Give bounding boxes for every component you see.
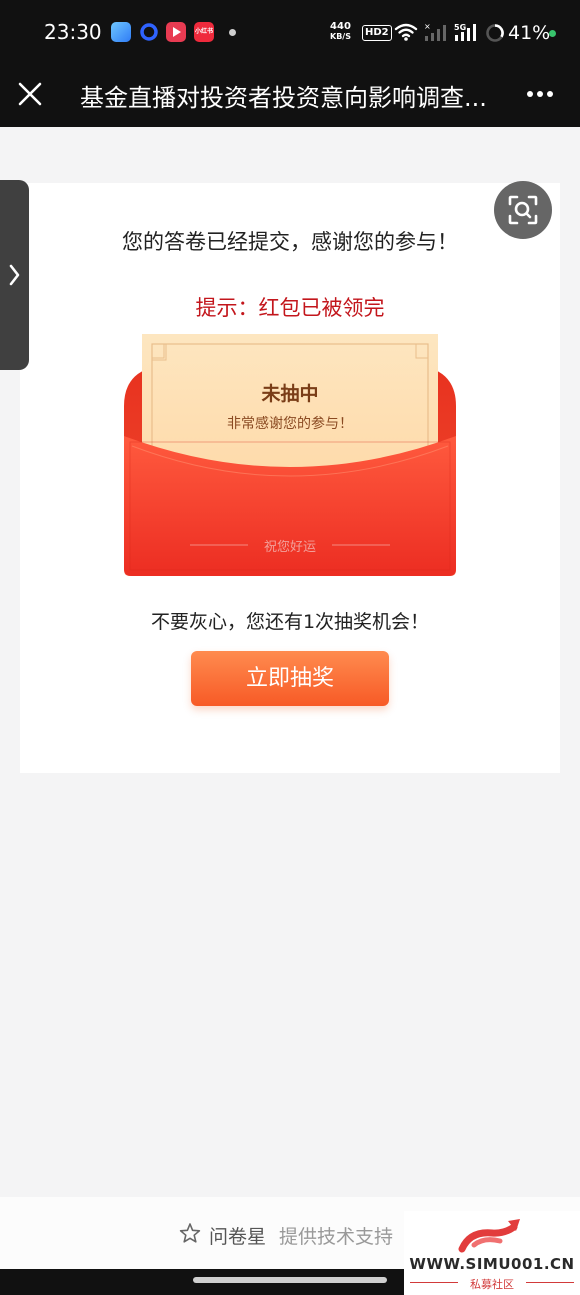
more-dots-icon [527, 91, 553, 97]
notes-app-icon [111, 22, 131, 42]
draw-lottery-button[interactable]: 立即抽奖 [191, 651, 389, 706]
envelope-wish-text: 祝您好运 [263, 540, 316, 555]
privacy-indicator-dot [549, 30, 556, 37]
more-options-button[interactable] [522, 80, 558, 108]
net-speed-value: 440 [330, 21, 351, 32]
net-speed: 440 KB/S [330, 21, 351, 42]
red-packet-hint: 提示：红包已被领完 [195, 296, 385, 320]
close-icon [18, 82, 42, 106]
star-icon [179, 1223, 201, 1243]
battery-level: 41% [508, 22, 551, 44]
svg-text:×: × [424, 22, 431, 31]
hd-badge: HD2 [362, 25, 392, 41]
status-bar: 23:30 小红书 440 KB/S HD2 × 5G 41% [0, 0, 580, 66]
title-bar: 基金直播对投资者投资意向影响调查... [0, 66, 580, 127]
signal-1-icon: × [424, 22, 448, 46]
video-app-icon [166, 22, 186, 42]
more-notifications-dot [229, 29, 236, 36]
chevron-right-icon [9, 264, 20, 286]
page-title: 基金直播对投资者投资意向影响调查... [80, 84, 487, 112]
watermark-logo-icon [458, 1219, 520, 1253]
envelope-result-subtitle: 非常感谢您的参与！ [227, 416, 353, 432]
wifi-icon [394, 22, 418, 46]
side-panel-handle[interactable] [0, 180, 29, 370]
status-time: 23:30 [44, 20, 102, 44]
watermark-line-right [526, 1282, 574, 1283]
watermark-subtitle: 私募社区 [470, 1278, 514, 1291]
xiaohongshu-app-icon: 小红书 [194, 22, 214, 42]
envelope-result-title: 未抽中 [261, 383, 319, 405]
signal-2-icon: 5G [454, 22, 482, 46]
browser-app-icon [139, 22, 159, 42]
close-button[interactable] [14, 78, 46, 110]
watermark-site: WWW.SIMU001.CN [409, 1255, 575, 1273]
brand-name[interactable]: 问卷星 [209, 1222, 266, 1249]
submission-thanks-text: 您的答卷已经提交，感谢您的参与！ [122, 230, 458, 254]
network-type-label: 5G [454, 23, 466, 32]
home-gesture-pill[interactable] [193, 1277, 387, 1283]
net-speed-unit: KB/S [330, 32, 351, 41]
lottery-chance-text: 不要灰心，您还有1次抽奖机会！ [150, 611, 430, 633]
battery-ring-icon [485, 23, 505, 47]
tech-support-text: 提供技术支持 [279, 1226, 394, 1248]
